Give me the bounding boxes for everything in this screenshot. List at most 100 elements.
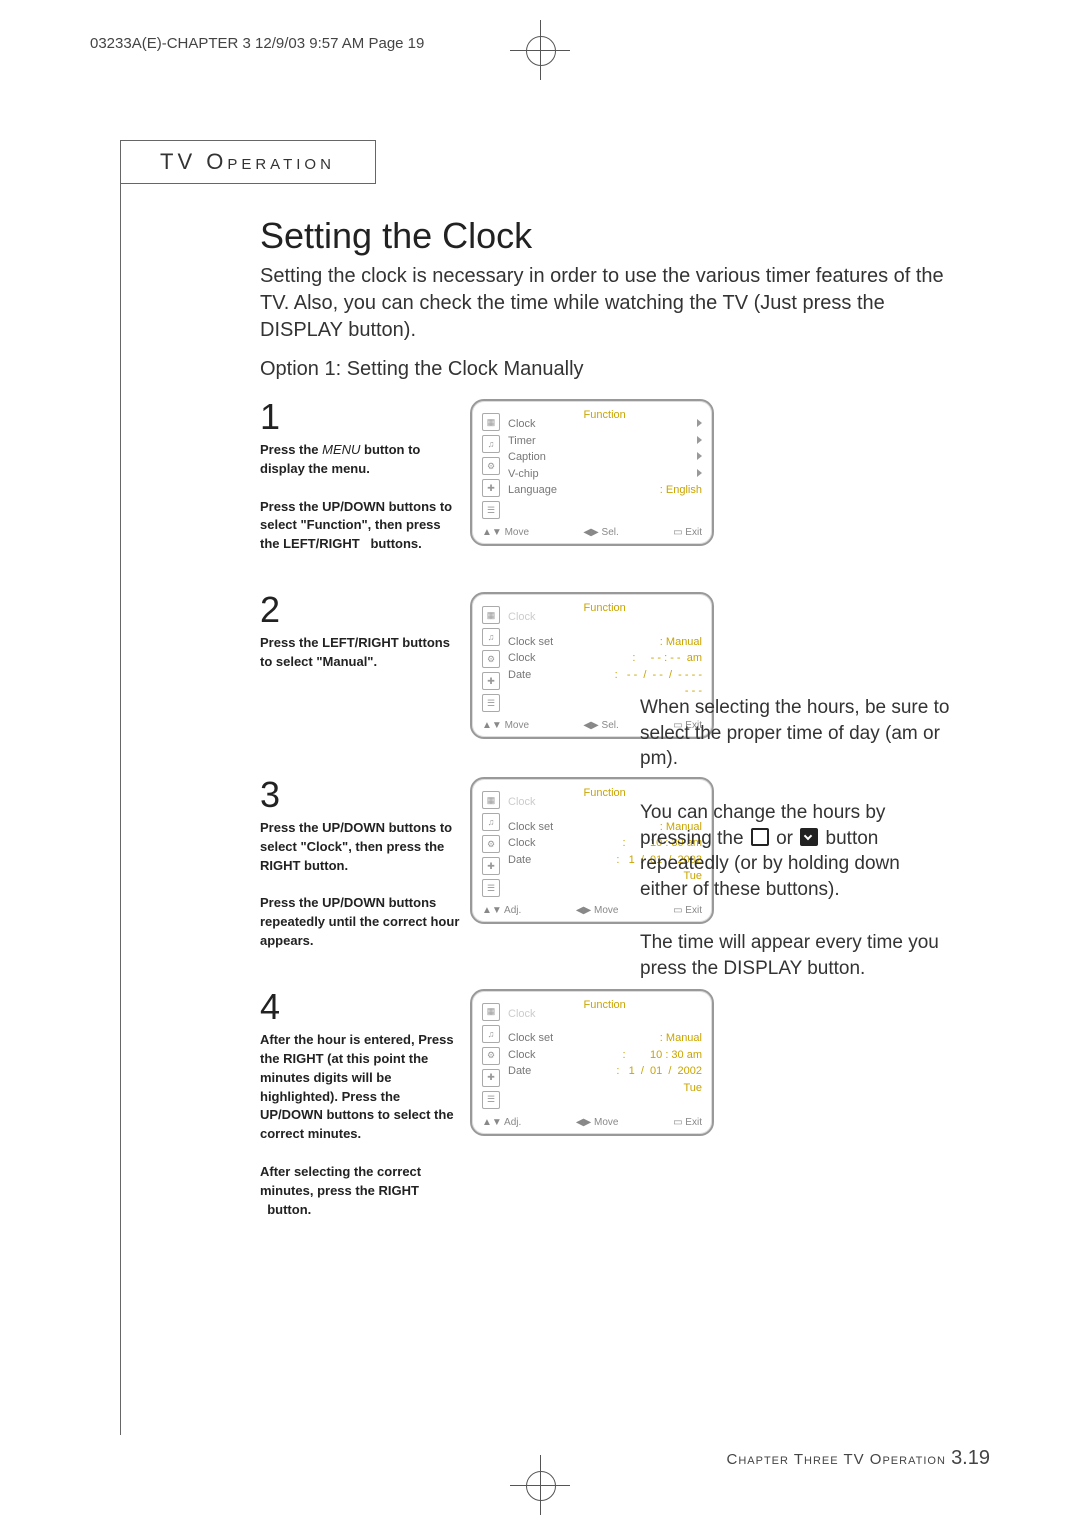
osd-category-icon: ☰ <box>482 694 500 712</box>
osd-category-icon: ▦ <box>482 1003 500 1021</box>
osd-row-value: : 10 : 30 am <box>623 1047 702 1064</box>
manual-page: 03233A(E)-CHAPTER 3 12/9/03 9:57 AM Page… <box>0 0 1080 1525</box>
footer-chapter: Chapter Three TV Operation <box>727 1451 946 1468</box>
step-instructions: 2 Press the LEFT/RIGHT buttons to select … <box>260 592 470 672</box>
osd-row-label: Clock <box>508 416 536 433</box>
step-text: After the hour is entered, Press the RIG… <box>260 1031 460 1219</box>
down-button-icon <box>800 828 818 846</box>
osd-hint: ◀▶ Move <box>576 1117 619 1128</box>
page-title: Setting the Clock <box>260 215 960 257</box>
section-label: TV Operation <box>120 140 376 184</box>
intro-text: Setting the clock is necessary in order … <box>260 263 960 344</box>
osd-row-label: Date <box>508 667 531 684</box>
osd-category-icon: ⚙ <box>482 457 500 475</box>
arrow-right-icon <box>695 433 702 450</box>
crop-mark-top-icon <box>510 20 570 80</box>
up-button-icon <box>751 828 769 846</box>
osd-hint: ◀▶ Move <box>576 905 619 916</box>
osd-icon-column: ▦ ♫ ⚙ ✚ ☰ <box>482 1003 500 1109</box>
osd-row-value: : English <box>660 482 702 499</box>
osd-menu-row: Clock set: Manual <box>508 634 702 651</box>
footer-page-number: 3.19 <box>951 1447 990 1469</box>
osd-title: Function <box>584 999 626 1011</box>
osd-category-icon: ⚙ <box>482 835 500 853</box>
arrow-right-icon <box>695 449 702 466</box>
osd-row-label: Language <box>508 482 557 499</box>
note-fragment: or <box>776 828 793 849</box>
osd-hint: ▲▼ Adj. <box>482 1117 521 1128</box>
osd-row-label: Clock set <box>508 634 553 651</box>
osd-menu-row: Caption <box>508 449 702 466</box>
osd-row-label: Caption <box>508 449 546 466</box>
osd-category-icon: ⚙ <box>482 1047 500 1065</box>
osd-category-icon: ✚ <box>482 672 500 690</box>
option-heading: Option 1: Setting the Clock Manually <box>260 358 960 381</box>
step-text: Press the UP/DOWN buttons to select "Clo… <box>260 819 460 951</box>
step-text: Press the LEFT/RIGHT buttons to select "… <box>260 634 460 672</box>
osd-category-icon: ♫ <box>482 1025 500 1043</box>
osd-category-icon: ✚ <box>482 1069 500 1087</box>
step-number: 2 <box>260 592 460 628</box>
crop-mark-bottom-icon <box>510 1455 570 1515</box>
osd-category-icon: ☰ <box>482 1091 500 1109</box>
osd-title: Function <box>584 787 626 799</box>
step-instructions: 4 After the hour is entered, Press the RI… <box>260 989 470 1219</box>
osd-footer-hints: ▲▼ Move ◀▶ Sel. ▭ Exit <box>482 527 702 538</box>
step-instructions: 1 Press the MENU button to display the me… <box>260 399 470 554</box>
osd-menu-row: Date: 1 / 01 / 2002 <box>508 1063 702 1080</box>
note-text: When selecting the hours, be sure to sel… <box>640 695 950 772</box>
osd-menu-row: Clock : - - : - - am <box>508 650 702 667</box>
osd-menu-row: Language : English <box>508 482 702 499</box>
osd-icon-column: ▦♫⚙✚☰ <box>482 606 500 712</box>
osd-icon-column: ▦♫⚙✚☰ <box>482 791 500 897</box>
osd-menu-row: Clock set : Manual <box>508 1030 702 1047</box>
osd-footer-hints: ▲▼ Adj. ◀▶ Move ▭ Exit <box>482 1117 702 1128</box>
osd-row-value: : - - / - - / - - - - <box>615 667 702 684</box>
osd-menu-row: Clock : 10 : 30 am <box>508 1047 702 1064</box>
osd-category-icon: ☰ <box>482 501 500 519</box>
osd-row-label: Clock set <box>508 819 553 836</box>
osd-hint: ▲▼ Move <box>482 720 529 731</box>
step-text: Press the MENU button to display the men… <box>260 441 460 554</box>
print-header: 03233A(E)-CHAPTER 3 12/9/03 9:57 AM Page… <box>90 35 424 52</box>
osd-hint: ▭ Exit <box>673 1117 702 1128</box>
osd-menu-row: V-chip <box>508 466 702 483</box>
note-text: You can change the hours by pressing the… <box>640 800 950 903</box>
osd-row-label: Timer <box>508 433 536 450</box>
step-number: 1 <box>260 399 460 435</box>
osd-hint: ▭ Exit <box>673 527 702 538</box>
osd-category-icon: ▦ <box>482 413 500 431</box>
osd-row-label: Clock <box>508 1047 536 1064</box>
osd-category-icon: ♫ <box>482 813 500 831</box>
step-row: 1 Press the MENU button to display the me… <box>260 399 960 554</box>
osd-hint: ◀▶ Sel. <box>583 720 618 731</box>
osd-menu-list: ClockTimerCaptionV-chipLanguage : English <box>508 413 702 519</box>
osd-row-value: Tue <box>683 1080 702 1097</box>
osd-row-value: : - - : - - am <box>632 650 702 667</box>
osd-category-icon: ✚ <box>482 857 500 875</box>
step-number: 4 <box>260 989 460 1025</box>
osd-row-label: Date <box>508 1063 531 1080</box>
arrow-right-icon <box>695 416 702 433</box>
osd-row-value: : Manual <box>660 1030 702 1047</box>
osd-menu-list: ClockClock set : ManualClock : 10 : 30 amD… <box>508 1003 702 1109</box>
osd-category-icon: ☰ <box>482 879 500 897</box>
osd-icon-column: ▦♫⚙✚☰ <box>482 413 500 519</box>
osd-menu-row: Tue <box>508 1080 702 1097</box>
page-footer: Chapter Three TV Operation 3.19 <box>727 1447 991 1470</box>
step-row: 4 After the hour is entered, Press the RI… <box>260 989 960 1219</box>
osd-row-label: Clock set <box>508 1030 553 1047</box>
osd-screenshot: Function ▦♫⚙✚☰ ClockTimerCaptionV-chipLang… <box>470 399 714 546</box>
osd-screenshot: Function ▦ ♫ ⚙ ✚ ☰ ClockClock set : ManualClock… <box>470 989 714 1136</box>
arrow-right-icon <box>695 466 702 483</box>
note-text: The time will appear every time you pres… <box>640 930 950 981</box>
osd-category-icon: ♫ <box>482 628 500 646</box>
osd-title: Function <box>584 409 626 421</box>
osd-menu-row: Timer <box>508 433 702 450</box>
osd-row-label: Clock <box>508 835 536 852</box>
osd-row-label: Clock <box>508 650 536 667</box>
osd-hint: ◀▶ Sel. <box>583 527 618 538</box>
osd-hint: ▲▼ Move <box>482 527 529 538</box>
osd-menu-row: Date : - - / - - / - - - - <box>508 667 702 684</box>
step-instructions: 3Press the UP/DOWN buttons to select "Cl… <box>260 777 470 951</box>
